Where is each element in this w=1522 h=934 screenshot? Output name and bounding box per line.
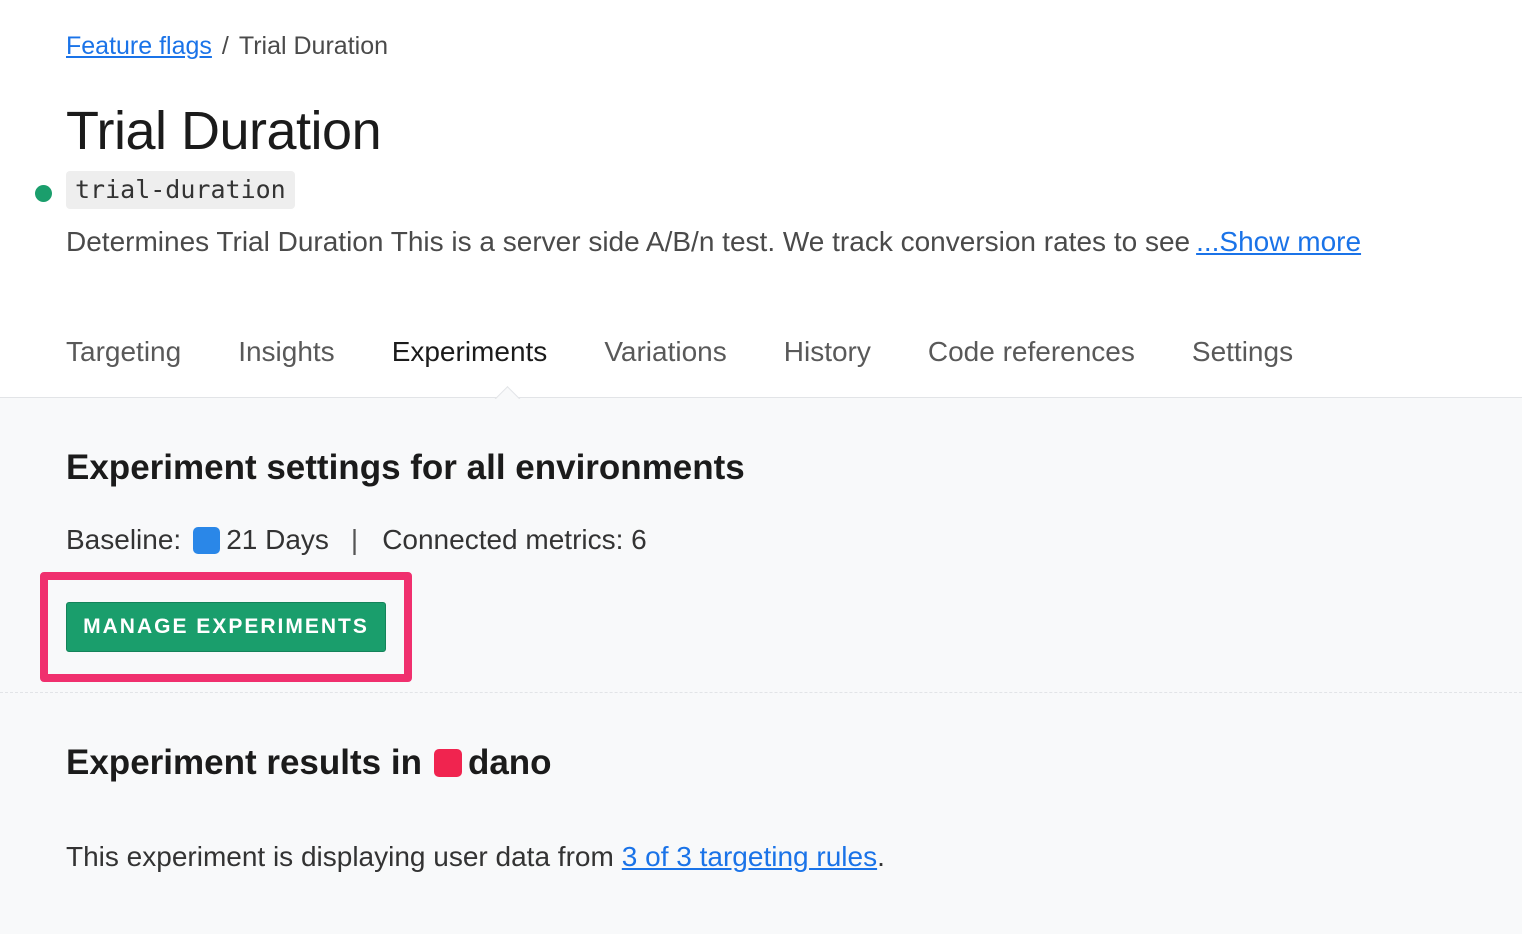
breadcrumb-current: Trial Duration xyxy=(238,32,388,60)
active-tab-indicator xyxy=(494,383,522,399)
tab-insights[interactable]: Insights xyxy=(238,336,335,376)
page-title: Trial Duration xyxy=(66,101,382,161)
tab-history[interactable]: History xyxy=(784,336,871,376)
baseline-color-swatch xyxy=(193,526,221,554)
breadcrumb-separator: / xyxy=(221,32,229,60)
show-more-link[interactable]: ...Show more xyxy=(1196,226,1361,257)
results-description: This experiment is displaying user data … xyxy=(66,841,885,873)
section-divider xyxy=(0,692,1522,693)
breadcrumb-link-feature-flags[interactable]: Feature flags xyxy=(66,32,212,60)
flag-status-indicator xyxy=(35,185,52,202)
breadcrumb: Feature flags / Trial Duration xyxy=(66,32,388,61)
experiments-panel: Experiment settings for all environments… xyxy=(0,398,1522,934)
baseline-row: Baseline: 21 Days | Connected metrics: 6 xyxy=(66,524,647,556)
flag-description-text: Determines Trial Duration This is a serv… xyxy=(66,226,1191,257)
baseline-separator: | xyxy=(350,524,359,555)
results-text: This experiment is displaying user data … xyxy=(66,841,614,872)
tab-settings[interactable]: Settings xyxy=(1192,336,1293,376)
connected-metrics: Connected metrics: 6 xyxy=(382,524,647,555)
tab-variations[interactable]: Variations xyxy=(604,336,726,376)
targeting-rules-link[interactable]: 3 of 3 targeting rules xyxy=(622,841,877,872)
tab-code-references[interactable]: Code references xyxy=(928,336,1135,376)
flag-tabs: Targeting Insights Experiments Variation… xyxy=(66,336,1350,376)
baseline-label: Baseline: xyxy=(66,524,182,555)
experiment-results-title: Experiment results in dano xyxy=(66,743,552,783)
baseline-value: 21 Days xyxy=(226,524,329,555)
results-title-prefix: Experiment results in xyxy=(66,743,422,782)
flag-description: Determines Trial Duration This is a serv… xyxy=(66,226,1361,258)
tab-targeting[interactable]: Targeting xyxy=(66,336,181,376)
flag-key: trial-duration xyxy=(66,171,295,209)
results-suffix: . xyxy=(877,841,885,872)
tab-experiments[interactable]: Experiments xyxy=(392,336,548,376)
manage-experiments-button[interactable]: MANAGE EXPERIMENTS xyxy=(66,602,386,652)
flag-header: Feature flags / Trial Duration Trial Durat… xyxy=(0,0,1522,398)
environment-name: dano xyxy=(467,743,552,782)
environment-color-swatch xyxy=(433,749,462,777)
experiment-settings-title: Experiment settings for all environments xyxy=(66,448,745,487)
